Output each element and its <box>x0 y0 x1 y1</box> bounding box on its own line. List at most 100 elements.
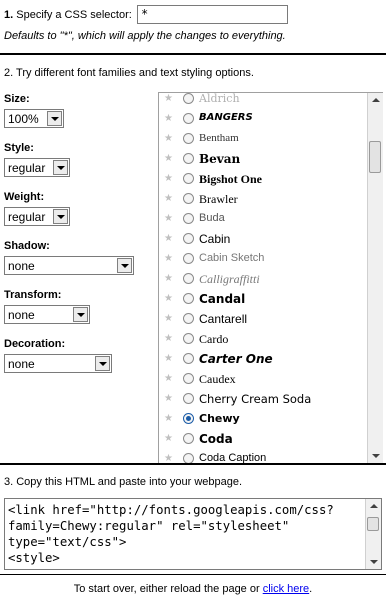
chevron-down-icon[interactable] <box>47 111 62 126</box>
font-radio[interactable] <box>183 273 194 284</box>
click-here-link[interactable]: click here <box>263 583 309 595</box>
shadow-select[interactable]: none <box>4 256 134 275</box>
size-label: Size: <box>4 93 30 105</box>
font-name: Calligraffitti <box>199 272 260 286</box>
star-icon[interactable]: ★ <box>164 133 173 144</box>
font-option[interactable]: ★ Cabin Sketch <box>159 251 367 271</box>
star-icon[interactable]: ★ <box>164 233 173 244</box>
font-radio[interactable] <box>183 153 194 164</box>
font-radio[interactable] <box>183 393 194 404</box>
star-icon[interactable]: ★ <box>164 273 173 284</box>
divider <box>0 463 386 465</box>
star-icon[interactable]: ★ <box>164 333 173 344</box>
weight-select[interactable]: regular <box>4 207 70 226</box>
chevron-down-icon[interactable] <box>53 160 68 175</box>
transform-label: Transform: <box>4 289 62 301</box>
font-radio[interactable] <box>183 313 194 324</box>
star-icon[interactable]: ★ <box>164 173 173 184</box>
font-radio[interactable] <box>183 173 194 184</box>
weight-label: Weight: <box>4 191 45 203</box>
css-selector-value: * <box>141 7 149 21</box>
star-icon[interactable]: ★ <box>164 413 173 424</box>
footer: To start over, either reload the page or… <box>0 583 386 595</box>
font-list-scrollbar[interactable] <box>367 93 383 463</box>
embed-code-textarea[interactable]: <link href="http://fonts.googleapis.com/… <box>4 498 382 570</box>
shadow-label: Shadow: <box>4 240 50 252</box>
font-radio[interactable] <box>183 113 194 124</box>
font-radio[interactable] <box>183 293 194 304</box>
decoration-value: none <box>8 357 35 371</box>
step1-label: 1. Specify a CSS selector: <box>4 9 132 21</box>
font-option[interactable]: ★ Cantarell <box>159 311 367 331</box>
font-family-list[interactable]: ★ Aldrich ★ BANGERS ★ Bentham ★ Bevan ★ Bigshot O… <box>158 92 383 464</box>
style-value: regular <box>8 161 46 175</box>
font-option[interactable]: ★ Caudex <box>159 371 367 391</box>
css-selector-input[interactable]: * <box>137 5 288 24</box>
star-icon[interactable]: ★ <box>164 153 173 164</box>
font-radio[interactable] <box>183 193 194 204</box>
font-name: Bigshot One <box>199 172 263 186</box>
chevron-down-icon[interactable] <box>73 307 88 322</box>
font-radio[interactable] <box>183 333 194 344</box>
font-option[interactable]: ★ BANGERS <box>159 111 367 131</box>
font-radio[interactable] <box>183 373 194 384</box>
font-radio[interactable] <box>183 353 194 364</box>
star-icon[interactable]: ★ <box>164 393 173 404</box>
scroll-down-icon[interactable] <box>366 554 381 569</box>
font-radio[interactable] <box>183 233 194 244</box>
font-name: Bentham <box>199 132 239 144</box>
star-icon[interactable]: ★ <box>164 193 173 204</box>
star-icon[interactable]: ★ <box>164 113 173 124</box>
transform-select[interactable]: none <box>4 305 90 324</box>
star-icon[interactable]: ★ <box>164 293 173 304</box>
font-radio[interactable] <box>183 93 194 104</box>
font-option[interactable]: ★ Bentham <box>159 131 367 151</box>
star-icon[interactable]: ★ <box>164 313 173 324</box>
star-icon[interactable]: ★ <box>164 253 173 264</box>
scroll-thumb[interactable] <box>369 141 381 173</box>
font-radio[interactable] <box>183 213 194 224</box>
decoration-label: Decoration: <box>4 338 66 350</box>
star-icon[interactable]: ★ <box>164 433 173 444</box>
font-name: Candal <box>199 292 246 306</box>
font-option[interactable]: ★ Chewy <box>159 411 367 431</box>
size-value: 100% <box>8 112 39 126</box>
star-icon[interactable]: ★ <box>164 213 173 224</box>
font-option[interactable]: ★ Bigshot One <box>159 171 367 191</box>
code-scrollbar[interactable] <box>365 499 381 569</box>
font-option[interactable]: ★ Coda <box>159 431 367 451</box>
font-option[interactable]: ★ Buda <box>159 211 367 231</box>
font-radio[interactable] <box>183 253 194 264</box>
font-option[interactable]: ★ Cherry Cream Soda <box>159 391 367 411</box>
font-radio[interactable] <box>183 433 194 444</box>
star-icon[interactable]: ★ <box>164 373 173 384</box>
size-select[interactable]: 100% <box>4 109 64 128</box>
font-option[interactable]: ★ Cardo <box>159 331 367 351</box>
code-line: <link href="http://fonts.googleapis.com/… <box>8 503 334 517</box>
chevron-down-icon[interactable] <box>117 258 132 273</box>
scroll-up-icon[interactable] <box>368 93 383 108</box>
font-option[interactable]: ★ Brawler <box>159 191 367 211</box>
font-option[interactable]: ★ Candal <box>159 291 367 311</box>
font-radio[interactable] <box>183 133 194 144</box>
decoration-select[interactable]: none <box>4 354 112 373</box>
font-option[interactable]: ★ Bevan <box>159 151 367 171</box>
scroll-down-icon[interactable] <box>368 448 383 463</box>
scroll-thumb[interactable] <box>367 517 379 531</box>
font-name: Coda <box>199 432 233 446</box>
chevron-down-icon[interactable] <box>95 356 110 371</box>
font-name: Cabin <box>199 232 231 246</box>
style-select[interactable]: regular <box>4 158 70 177</box>
font-option[interactable]: ★ Calligraffitti <box>159 271 367 291</box>
chevron-down-icon[interactable] <box>53 209 68 224</box>
shadow-value: none <box>8 259 35 273</box>
font-option[interactable]: ★ Aldrich <box>159 93 367 111</box>
divider <box>0 574 386 575</box>
font-option[interactable]: ★ Carter One <box>159 351 367 371</box>
font-option[interactable]: ★ Cabin <box>159 231 367 251</box>
star-icon[interactable]: ★ <box>164 353 173 364</box>
scroll-up-icon[interactable] <box>366 499 381 514</box>
font-radio[interactable] <box>183 413 194 424</box>
font-name: Bevan <box>199 152 241 166</box>
star-icon[interactable]: ★ <box>164 93 173 104</box>
